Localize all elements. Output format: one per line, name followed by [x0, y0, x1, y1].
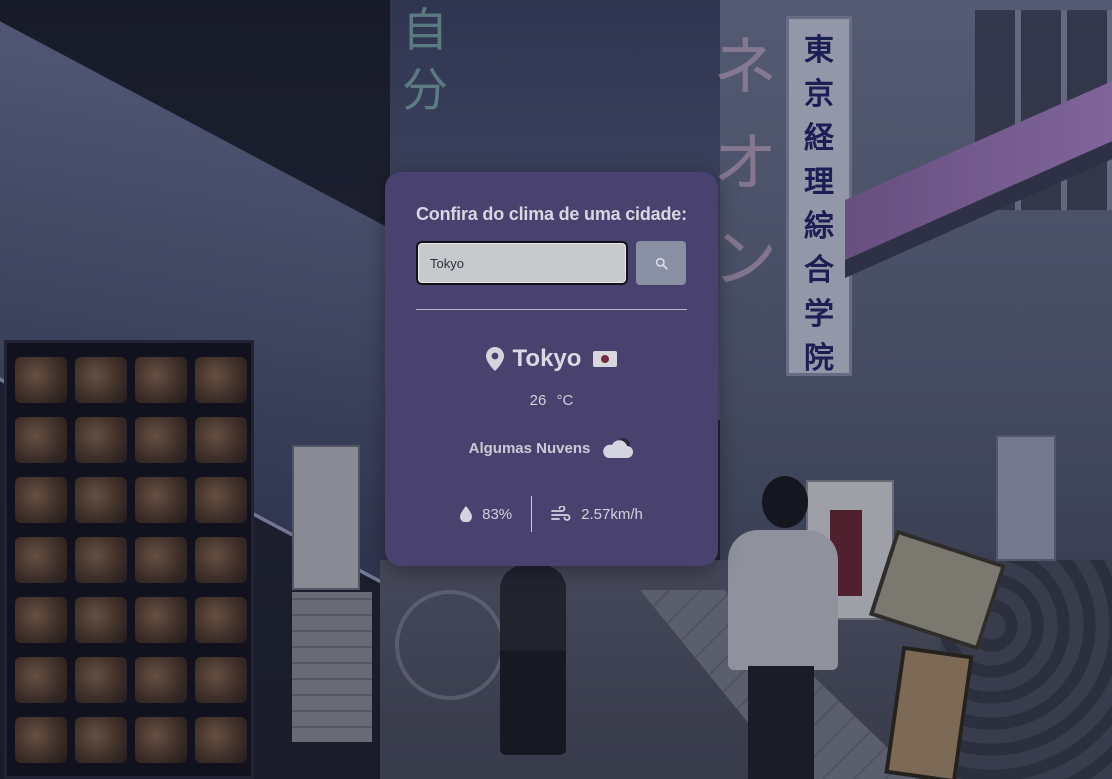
- search-form: [416, 241, 687, 285]
- flag-sun: [601, 355, 610, 363]
- search-icon: [655, 257, 668, 270]
- search-button[interactable]: [636, 241, 686, 285]
- japan-flag-icon: [593, 351, 618, 367]
- water-drop-icon: [460, 506, 473, 522]
- temperature: 26 °C: [416, 392, 687, 412]
- weather-card: Confira do clima de uma cidade: Tokyo 26…: [385, 172, 718, 566]
- cloud-icon: [603, 438, 634, 458]
- wind-value: 2.57km/h: [581, 505, 643, 523]
- city-name: Tokyo: [512, 345, 582, 372]
- card-divider: [416, 309, 687, 310]
- weather-description: Algumas Nuvens: [416, 433, 687, 463]
- humidity: 83%: [441, 506, 531, 523]
- wind-icon: [551, 506, 571, 521]
- city-header: Tokyo: [416, 344, 687, 374]
- temperature-unit: °C: [556, 392, 574, 409]
- map-pin-icon: [485, 347, 504, 371]
- humidity-value: 83%: [482, 505, 513, 523]
- weather-description-text: Algumas Nuvens: [468, 439, 591, 457]
- wind-speed: 2.57km/h: [532, 506, 662, 523]
- weather-details: 83% 2.57km/h: [416, 496, 687, 532]
- city-search-input[interactable]: [416, 241, 628, 285]
- card-title: Confira do clima de uma cidade:: [416, 204, 687, 224]
- temperature-value: 26: [529, 392, 547, 409]
